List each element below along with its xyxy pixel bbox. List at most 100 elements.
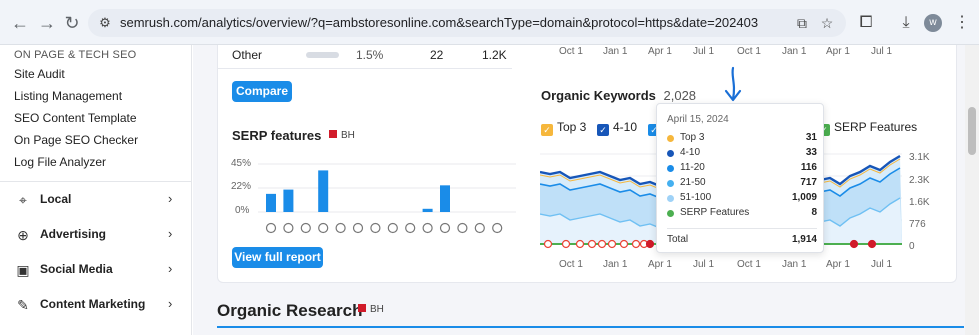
legend-label: 4-10 — [613, 120, 638, 134]
tooltip-row-name: 11-20 — [680, 162, 705, 173]
chevron-right-icon: › — [168, 296, 173, 311]
tooltip-row-name: SERP Features — [680, 207, 750, 218]
bar — [318, 170, 329, 212]
link-icon — [283, 222, 294, 234]
legend-top3[interactable]: ✓ Top 3 — [541, 120, 586, 136]
y-tick: 0% — [235, 205, 250, 216]
x-tick: Jan 1 — [782, 46, 807, 57]
tooltip-row-value: 1,009 — [791, 192, 817, 203]
legend-swatch — [329, 130, 337, 138]
tooltip-row-name: Top 3 — [680, 132, 705, 143]
google-update-icon[interactable] — [597, 239, 607, 249]
bar — [440, 185, 450, 212]
install-app-icon[interactable]: ⧉ — [793, 14, 811, 32]
page: ← → ↻ ⚙ semrush.com/analytics/overview/?… — [0, 0, 979, 335]
x-tick: Jan 1 — [603, 259, 628, 270]
legend-label: Top 3 — [557, 120, 587, 134]
x-tick: Oct 1 — [737, 46, 761, 57]
profile-avatar[interactable]: w — [924, 14, 942, 32]
sidebar-item-listing-management[interactable]: Listing Management — [14, 89, 122, 103]
sidebar-item-log-file-analyzer[interactable]: Log File Analyzer — [14, 155, 106, 169]
faq-icon — [387, 222, 398, 234]
flag-icon[interactable] — [867, 239, 877, 249]
legend-serp-features[interactable]: ✓SERP Features — [818, 120, 917, 136]
checkbox-icon: ✓ — [597, 124, 609, 136]
tooltip-total-row: Total 1,914 — [667, 234, 817, 248]
google-update-icon[interactable] — [561, 239, 571, 249]
flag-icon[interactable] — [849, 239, 859, 249]
x-tick: Apr 1 — [826, 259, 850, 270]
google-update-icon[interactable] — [619, 239, 629, 249]
news-icon — [457, 222, 468, 234]
legend-label: BH — [341, 130, 355, 141]
y-tick: 2.3K — [909, 175, 930, 186]
series-dot — [667, 195, 674, 202]
compare-button[interactable]: Compare — [232, 81, 292, 102]
google-update-icon[interactable] — [631, 239, 641, 249]
checkbox-icon: ✓ — [541, 124, 553, 136]
y-tick: 776 — [909, 219, 926, 230]
x-tick: Jan 1 — [603, 46, 628, 57]
sidebar-item-label: Local — [40, 192, 72, 206]
reload-icon[interactable]: ↻ — [62, 13, 82, 33]
url-text[interactable]: semrush.com/analytics/overview/?q=ambsto… — [120, 15, 758, 30]
series-dot — [667, 135, 674, 142]
scrollbar-thumb[interactable] — [968, 107, 976, 155]
tooltip-row: 11-20 116 — [667, 162, 817, 176]
sidebar-item-site-audit[interactable]: Site Audit — [14, 67, 65, 81]
sidebar-item-local[interactable]: ⌖ Local › — [0, 185, 192, 215]
tooltip-row: Top 3 31 — [667, 132, 817, 146]
menu-kebab-icon[interactable]: ⋮ — [952, 13, 972, 33]
sidebar-item-content-marketing[interactable]: ✎ Content Marketing › — [0, 290, 192, 320]
series-dot — [667, 150, 674, 157]
x-tick: Jul 1 — [693, 259, 715, 270]
bar — [283, 189, 294, 212]
divider — [667, 228, 817, 229]
video-preview-icon — [370, 222, 381, 234]
google-update-icon[interactable] — [575, 239, 585, 249]
table-row: Other 1.5% 22 1.2K — [217, 45, 512, 69]
series-dot — [667, 180, 674, 187]
google-update-icon[interactable] — [587, 239, 597, 249]
chevron-right-icon: › — [168, 191, 173, 206]
reviews-icon — [439, 222, 451, 234]
extensions-icon[interactable]: ⧠ — [856, 13, 876, 33]
sidebar-item-on-page-seo-checker[interactable]: On Page SEO Checker — [14, 133, 138, 147]
bookmark-star-icon[interactable]: ☆ — [818, 14, 836, 32]
view-full-report-button[interactable]: View full report — [232, 247, 323, 268]
serp-features-title: SERP features — [232, 128, 322, 143]
bar — [266, 193, 276, 212]
google-update-icon[interactable] — [607, 239, 617, 249]
download-icon[interactable]: ⤓ — [896, 13, 916, 33]
google-update-icon[interactable] — [543, 239, 553, 249]
legend-4-10[interactable]: ✓ 4-10 — [597, 120, 637, 136]
shopping-icon — [474, 222, 485, 234]
y-tick: 3.1K — [909, 152, 930, 163]
x-tick: Oct 1 — [559, 46, 583, 57]
sidebar-item-social-media[interactable]: ▣ Social Media › — [0, 255, 192, 285]
scrollbar[interactable] — [965, 45, 979, 335]
tooltip-row-value: 31 — [805, 132, 817, 143]
legend-label: BH — [370, 304, 384, 315]
sidebar-item-label: Social Media — [40, 262, 113, 276]
legend-swatch — [358, 304, 366, 312]
video-icon — [335, 222, 346, 234]
forward-arrow-icon[interactable]: → — [37, 13, 57, 33]
x-tick: Oct 1 — [559, 259, 583, 270]
crosshair-icon: ⊕ — [17, 227, 29, 243]
video-carousel-icon — [352, 222, 364, 234]
address-bar[interactable]: ⚙ semrush.com/analytics/overview/?q=ambs… — [88, 9, 846, 37]
row-name: Other — [232, 48, 263, 62]
sidebar-item-advertising[interactable]: ⊕ Advertising › — [0, 220, 192, 250]
row-traffic: 1.2K — [482, 48, 507, 62]
sidebar-item-seo-content-template[interactable]: SEO Content Template — [14, 111, 137, 125]
row-percent: 1.5% — [356, 48, 384, 62]
sidebar-section-header: ON PAGE & TECH SEO — [14, 49, 137, 61]
x-tick: Apr 1 — [648, 46, 672, 57]
flag-icon[interactable] — [645, 239, 655, 249]
image-icon — [318, 222, 329, 234]
chevron-right-icon: › — [168, 226, 173, 241]
back-arrow-icon[interactable]: ← — [10, 13, 30, 33]
site-info-icon[interactable]: ⚙ — [96, 14, 114, 32]
y-tick: 0 — [909, 241, 915, 252]
